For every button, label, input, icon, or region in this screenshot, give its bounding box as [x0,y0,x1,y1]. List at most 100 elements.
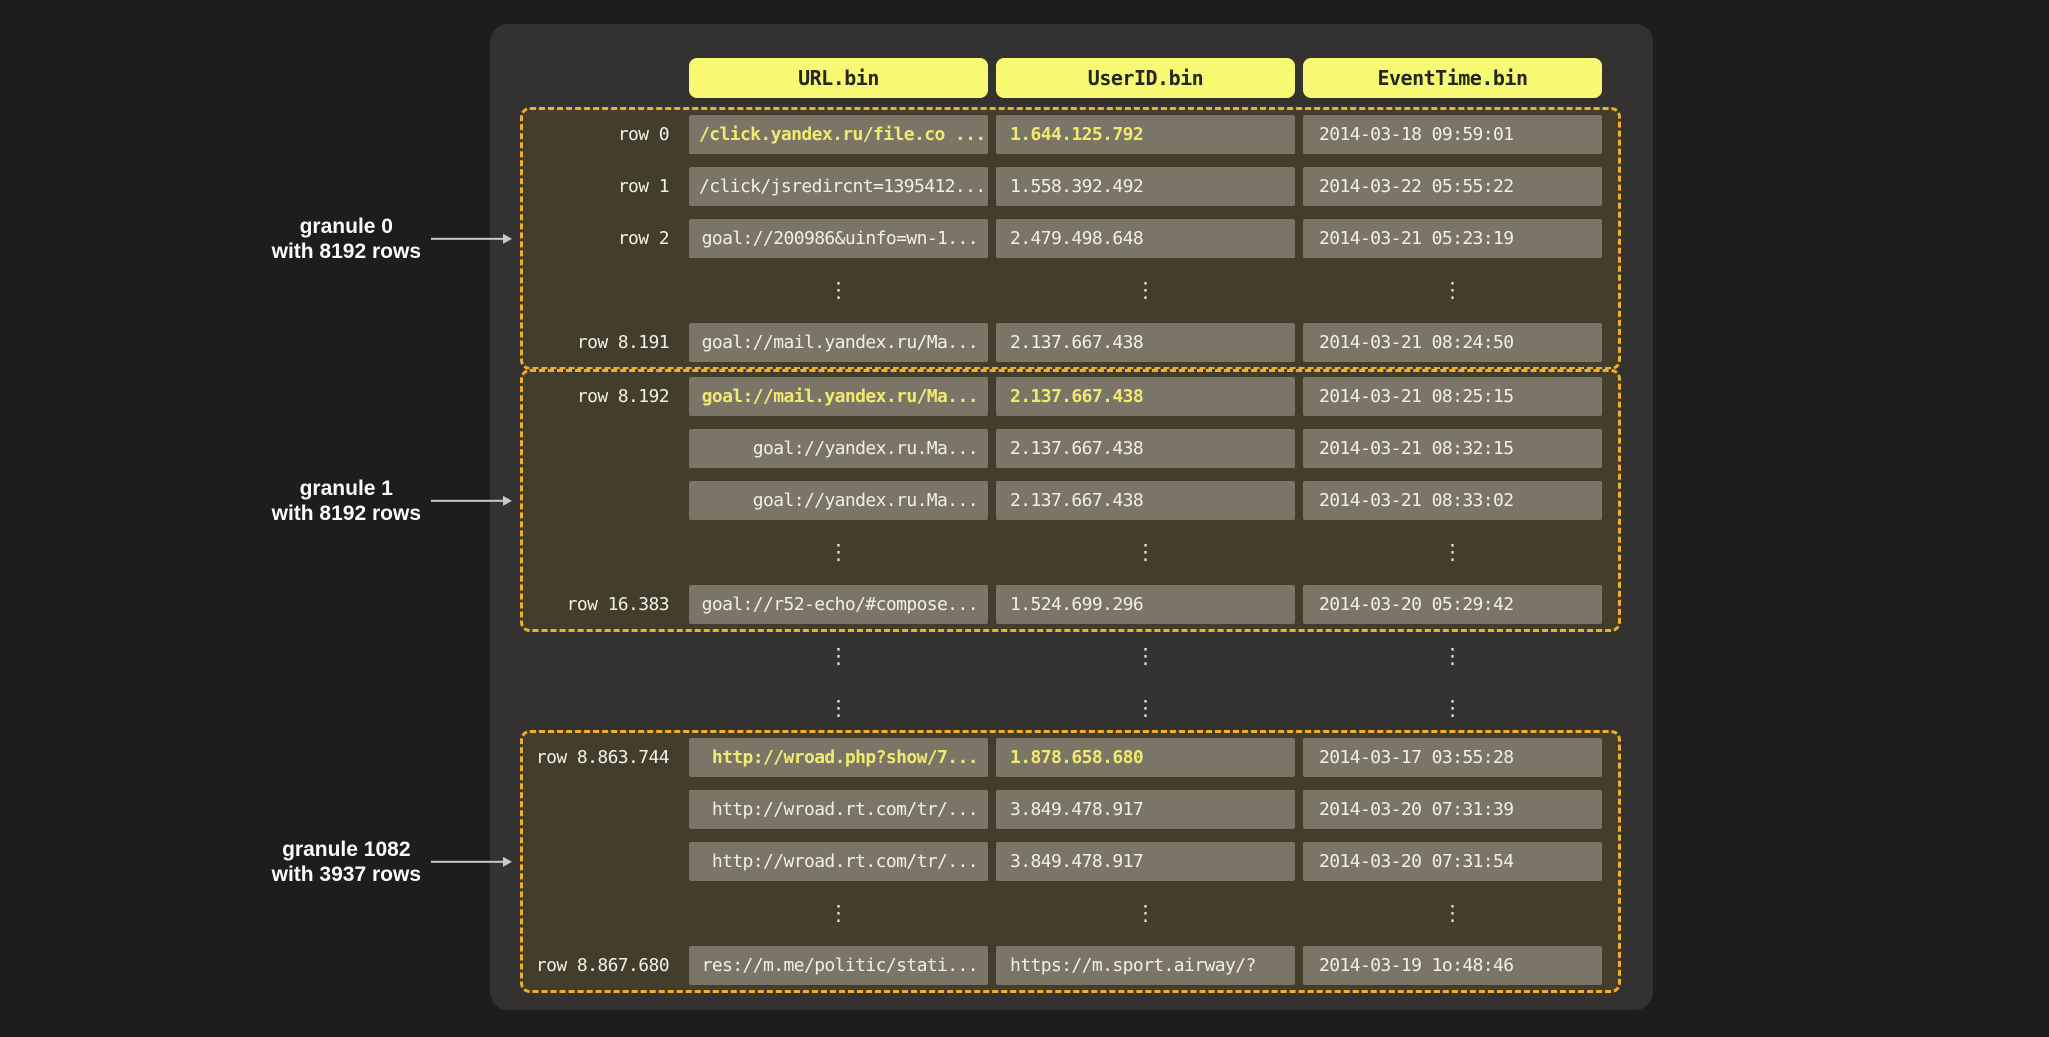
table-row: row 16.383 goal://r52-echo/#compose... 1… [523,585,1618,624]
cell-userid: 2.479.498.648 [996,219,1295,258]
ellipsis-row: ⋮ ⋮ ⋮ [523,637,1618,676]
cell-eventtime: 2014-03-17 03:55:28 [1303,738,1602,777]
vertical-ellipsis-icon: ⋮ [996,271,1295,310]
cell-url: goal://mail.yandex.ru/Ma... [689,323,988,362]
vertical-ellipsis-icon: ⋮ [689,689,988,728]
cell-url: goal://yandex.ru.Ma... [689,481,988,520]
table-row: row 8.863.744 http://wroad.php?show/7...… [523,738,1618,777]
granule-annotation: granule 1 with 8192 rows [180,475,512,525]
cell-url: /click.yandex.ru/file.co ... [689,115,988,154]
table-row: goal://yandex.ru.Ma... 2.137.667.438 201… [523,481,1618,520]
table-row: http://wroad.rt.com/tr/... 3.849.478.917… [523,842,1618,881]
vertical-ellipsis-icon: ⋮ [996,533,1295,572]
cell-userid: 3.849.478.917 [996,842,1295,881]
row-index-label: row 8.867.680 [523,946,681,985]
vertical-ellipsis-icon: ⋮ [996,894,1295,933]
row-index-label: row 0 [523,115,681,154]
cell-url: /click/jsredircnt=1395412... [689,167,988,206]
cell-userid: 1.558.392.492 [996,167,1295,206]
vertical-ellipsis-icon: ⋮ [1303,689,1602,728]
granule-annotation-text: granule 1082 with 3937 rows [272,836,421,886]
cell-eventtime: 2014-03-20 07:31:39 [1303,790,1602,829]
vertical-ellipsis-icon: ⋮ [689,271,988,310]
vertical-ellipsis-icon: ⋮ [1303,271,1602,310]
table-row: row 8.192 goal://mail.yandex.ru/Ma... 2.… [523,377,1618,416]
cell-userid: 1.644.125.792 [996,115,1295,154]
granule-row-count: with 3937 rows [272,862,421,887]
vertical-ellipsis-icon: ⋮ [1303,637,1602,676]
row-index-label-empty [523,894,681,933]
granule-annotation-text: granule 0 with 8192 rows [272,213,421,263]
vertical-ellipsis-icon: ⋮ [996,637,1295,676]
column-file-badge: EventTime.bin [1303,58,1602,98]
cell-eventtime: 2014-03-21 08:33:02 [1303,481,1602,520]
row-index-label-empty [523,271,681,310]
cell-eventtime: 2014-03-20 07:31:54 [1303,842,1602,881]
table-panel: URL.bin UserID.bin EventTime.bin row 0 /… [490,24,1653,1010]
ellipsis-row: ⋮ ⋮ ⋮ [523,689,1618,728]
cell-eventtime: 2014-03-20 05:29:42 [1303,585,1602,624]
row-index-label: row 16.383 [523,585,681,624]
cell-url: http://wroad.rt.com/tr/... [689,842,988,881]
cell-userid: 1.878.658.680 [996,738,1295,777]
cell-userid: 2.137.667.438 [996,481,1295,520]
vertical-ellipsis-icon: ⋮ [1303,533,1602,572]
column-header-row: URL.bin UserID.bin EventTime.bin [689,58,1602,98]
cell-url: http://wroad.rt.com/tr/... [689,790,988,829]
granules-diagram: URL.bin UserID.bin EventTime.bin row 0 /… [0,0,2049,1037]
table-row: http://wroad.rt.com/tr/... 3.849.478.917… [523,790,1618,829]
table-row: row 0 /click.yandex.ru/file.co ... 1.644… [523,115,1618,154]
granule-name: granule 0 [272,213,421,238]
row-index-label: row 8.191 [523,323,681,362]
column-file-name: URL.bin [798,66,879,90]
cell-eventtime: 2014-03-18 09:59:01 [1303,115,1602,154]
cell-url: goal://yandex.ru.Ma... [689,429,988,468]
ellipsis-row: ⋮ ⋮ ⋮ [523,271,1618,310]
vertical-ellipsis-icon: ⋮ [996,689,1295,728]
row-index-label: row 8.192 [523,377,681,416]
row-index-label: row 8.863.744 [523,738,681,777]
column-file-name: UserID.bin [1088,66,1203,90]
vertical-ellipsis-icon: ⋮ [689,894,988,933]
granule-box: row 8.192 goal://mail.yandex.ru/Ma... 2.… [520,369,1621,632]
column-file-name: EventTime.bin [1377,66,1527,90]
cell-url: goal://mail.yandex.ru/Ma... [689,377,988,416]
cell-eventtime: 2014-03-21 08:24:50 [1303,323,1602,362]
cell-eventtime: 2014-03-21 08:32:15 [1303,429,1602,468]
cell-eventtime: 2014-03-22 05:55:22 [1303,167,1602,206]
granule-name: granule 1082 [272,836,421,861]
cell-userid: 2.137.667.438 [996,377,1295,416]
table-row: row 8.867.680 res://m.me/politic/stati..… [523,946,1618,985]
granule-name: granule 1 [272,475,421,500]
granule-box: row 8.863.744 http://wroad.php?show/7...… [520,730,1621,993]
row-index-label [523,481,681,520]
row-index-label-empty [523,689,681,728]
granule-annotation-text: granule 1 with 8192 rows [272,475,421,525]
table-row: row 2 goal://200986&uinfo=wn-1... 2.479.… [523,219,1618,258]
granule-annotation: granule 0 with 8192 rows [180,213,512,263]
cell-userid: https://m.sport.airway/? [996,946,1295,985]
vertical-ellipsis-icon: ⋮ [689,637,988,676]
cell-userid: 1.524.699.296 [996,585,1295,624]
arrow-right-icon [431,857,512,867]
row-index-label: row 1 [523,167,681,206]
table-row: goal://yandex.ru.Ma... 2.137.667.438 201… [523,429,1618,468]
row-index-label [523,842,681,881]
cell-eventtime: 2014-03-21 08:25:15 [1303,377,1602,416]
cell-url: http://wroad.php?show/7... [689,738,988,777]
cell-url: res://m.me/politic/stati... [689,946,988,985]
column-file-badge: UserID.bin [996,58,1295,98]
cell-eventtime: 2014-03-19 1o:48:46 [1303,946,1602,985]
cell-url: goal://r52-echo/#compose... [689,585,988,624]
granule-row-count: with 8192 rows [272,239,421,264]
between-granules-ellipsis: ⋮ ⋮ ⋮ ⋮ ⋮ ⋮ [520,634,1621,731]
arrow-right-icon [431,496,512,506]
cell-userid: 3.849.478.917 [996,790,1295,829]
arrow-right-icon [431,234,512,244]
row-index-label-empty [523,637,681,676]
vertical-ellipsis-icon: ⋮ [689,533,988,572]
column-file-badge: URL.bin [689,58,988,98]
granule-box: row 0 /click.yandex.ru/file.co ... 1.644… [520,107,1621,370]
granule-row-count: with 8192 rows [272,501,421,526]
row-index-label [523,790,681,829]
